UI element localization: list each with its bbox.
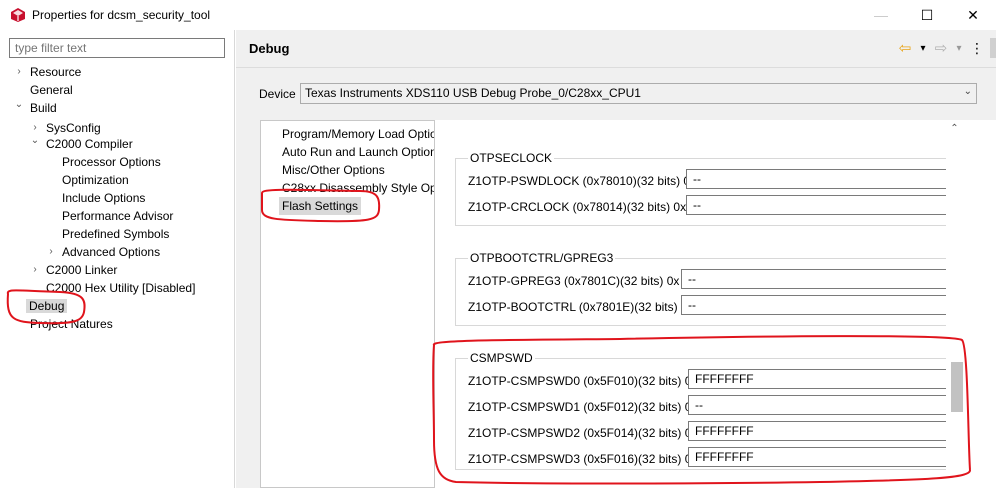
tab-flash-settings[interactable]: Flash Settings xyxy=(279,197,362,215)
chevron-right-icon[interactable]: › xyxy=(14,63,24,81)
device-select[interactable]: Texas Instruments XDS110 USB Debug Probe… xyxy=(300,83,977,104)
bootctrl-input[interactable]: -- xyxy=(681,295,948,315)
field-label: Z1OTP-CSMPSWD3 (0x5F016)(32 bits) 0x xyxy=(468,452,698,466)
forward-dropdown-icon[interactable]: ▾ xyxy=(950,39,968,57)
tree-item-label: Build xyxy=(30,101,57,115)
tree-item-c2000-linker[interactable]: › C2000 Linker xyxy=(30,261,117,279)
tree-item-label: Optimization xyxy=(62,173,129,187)
back-dropdown-icon[interactable]: ▾ xyxy=(914,39,932,57)
tab-disassembly-style[interactable]: C28xx Disassembly Style Options xyxy=(282,179,434,197)
page-title: Debug xyxy=(249,41,290,56)
field-label: Z1OTP-CRCLOCK (0x78014)(32 bits) 0x xyxy=(468,200,687,214)
tree-item-optimization[interactable]: Optimization xyxy=(62,171,129,189)
field-label: Z1OTP-PSWDLOCK (0x78010)(32 bits) 0x xyxy=(468,174,697,188)
group-otpseclock: OTPSECLOCK Z1OTP-PSWDLOCK (0x78010)(32 b… xyxy=(455,151,948,226)
device-value: Texas Instruments XDS110 USB Debug Probe… xyxy=(305,86,641,100)
tree-item-label: Debug xyxy=(26,299,68,313)
page-header: Debug ⇦ ▾ ⇨ ▾ ⋮ xyxy=(236,30,996,68)
group-title: OTPBOOTCTRL/GPREG3 xyxy=(468,251,616,265)
tree-item-label: Processor Options xyxy=(62,155,161,169)
debug-tabs-list: Program/Memory Load Options Auto Run and… xyxy=(260,120,434,488)
group-title: CSMPSWD xyxy=(468,351,535,365)
field-label: Z1OTP-BOOTCTRL (0x7801E)(32 bits) 0x xyxy=(468,300,694,314)
view-menu-icon[interactable]: ⋮ xyxy=(968,39,986,57)
tree-item-predefined-symbols[interactable]: Predefined Symbols xyxy=(62,225,169,243)
field-label: Z1OTP-GPREG3 (0x7801C)(32 bits) 0x xyxy=(468,274,680,288)
tree-item-c2000-hex-utility[interactable]: C2000 Hex Utility [Disabled] xyxy=(46,279,195,297)
tree-item-label: Include Options xyxy=(62,191,146,205)
pswdlock-input[interactable]: -- xyxy=(686,169,948,189)
tree-item-label: C2000 Hex Utility [Disabled] xyxy=(46,281,196,295)
tree-item-c2000-compiler[interactable]: ⌄ C2000 Compiler xyxy=(30,135,133,153)
vertical-scrollbar[interactable]: ⌃ xyxy=(946,120,963,488)
maximize-button[interactable]: ☐ xyxy=(904,0,950,30)
tree-item-label: General xyxy=(30,83,73,97)
group-title: OTPSECLOCK xyxy=(468,151,555,165)
group-csmpswd: CSMPSWD Z1OTP-CSMPSWD0 (0x5F010)(32 bits… xyxy=(455,351,948,470)
window-title: Properties for dcsm_security_tool xyxy=(32,8,211,22)
tree-item-resource[interactable]: › Resource xyxy=(14,63,81,81)
nav-toolbar: ⇦ ▾ ⇨ ▾ ⋮ xyxy=(896,38,996,58)
group-otpbootctrl-gpreg3: OTPBOOTCTRL/GPREG3 Z1OTP-GPREG3 (0x7801C… xyxy=(455,251,948,326)
back-arrow-icon[interactable]: ⇦ xyxy=(896,39,914,57)
app-icon xyxy=(11,8,25,22)
field-label: Z1OTP-CSMPSWD1 (0x5F012)(32 bits) 0x xyxy=(468,400,698,414)
close-button[interactable]: ✕ xyxy=(950,0,996,30)
tree-item-project-natures[interactable]: Project Natures xyxy=(30,315,113,333)
tree-item-include-options[interactable]: Include Options xyxy=(62,189,145,207)
chevron-down-icon[interactable]: ⌄ xyxy=(30,132,40,150)
tree-item-label: C2000 Compiler xyxy=(46,137,133,151)
properties-tree-panel: › Resource General ⌄ Build › SysConfig ⌄… xyxy=(0,30,235,488)
scrollbar-thumb[interactable] xyxy=(951,362,963,412)
header-edge xyxy=(990,38,996,58)
tree-item-advanced-options[interactable]: › Advanced Options xyxy=(46,243,160,261)
tree-item-build[interactable]: ⌄ Build xyxy=(14,99,57,117)
device-label: Device xyxy=(259,87,296,101)
gpreg3-input[interactable]: -- xyxy=(681,269,948,289)
tree-item-debug[interactable]: Debug xyxy=(26,297,68,315)
tree-item-label: SysConfig xyxy=(46,121,101,135)
minimize-button[interactable]: — xyxy=(858,0,904,30)
chevron-down-icon[interactable]: ⌄ xyxy=(14,96,24,114)
chevron-right-icon[interactable]: › xyxy=(30,261,40,279)
tree-item-general[interactable]: General xyxy=(30,81,73,99)
tree-item-label: Advanced Options xyxy=(62,245,161,259)
csmpswd0-input[interactable]: FFFFFFFF xyxy=(688,369,948,389)
tree-item-label: C2000 Linker xyxy=(46,263,118,277)
tab-misc-other[interactable]: Misc/Other Options xyxy=(282,161,385,179)
field-label: Z1OTP-CSMPSWD0 (0x5F010)(32 bits) 0x xyxy=(468,374,698,388)
forward-arrow-icon[interactable]: ⇨ xyxy=(932,39,950,57)
tree-item-label: Project Natures xyxy=(30,317,113,331)
tree-item-label: Resource xyxy=(30,65,82,79)
csmpswd1-input[interactable]: -- xyxy=(688,395,948,415)
scroll-up-icon[interactable]: ⌃ xyxy=(946,120,963,137)
chevron-down-icon: ⌄ xyxy=(963,86,972,97)
tab-auto-run-launch[interactable]: Auto Run and Launch Options xyxy=(282,143,434,161)
title-bar: Properties for dcsm_security_tool — ☐ ✕ xyxy=(0,0,996,30)
tree-item-performance-advisor[interactable]: Performance Advisor xyxy=(62,207,173,225)
csmpswd2-input[interactable]: FFFFFFFF xyxy=(688,421,948,441)
tree-item-label: Predefined Symbols xyxy=(62,227,170,241)
debug-properties-panel: Debug ⇦ ▾ ⇨ ▾ ⋮ Device Texas Instruments… xyxy=(236,30,996,488)
field-label: Z1OTP-CSMPSWD2 (0x5F014)(32 bits) 0x xyxy=(468,426,698,440)
chevron-right-icon[interactable]: › xyxy=(46,243,56,261)
flash-settings-content: OTPSECLOCK Z1OTP-PSWDLOCK (0x78010)(32 b… xyxy=(434,120,996,488)
tab-program-memory-load[interactable]: Program/Memory Load Options xyxy=(282,125,434,143)
crclock-input[interactable]: -- xyxy=(686,195,948,215)
tree-item-processor-options[interactable]: Processor Options xyxy=(62,153,161,171)
csmpswd3-input[interactable]: FFFFFFFF xyxy=(688,447,948,467)
filter-input[interactable] xyxy=(9,38,225,58)
tree-item-label: Performance Advisor xyxy=(62,209,174,223)
